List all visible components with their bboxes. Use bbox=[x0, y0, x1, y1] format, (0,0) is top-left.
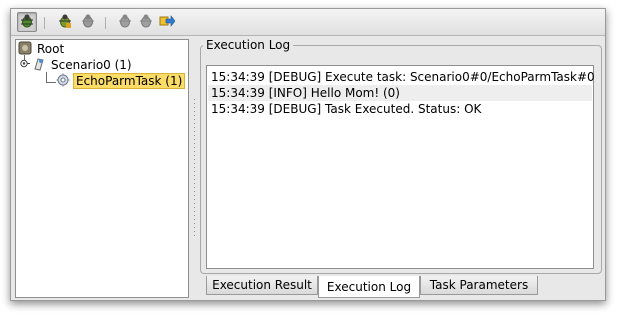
exit-arrow-icon bbox=[159, 13, 176, 32]
step-button[interactable] bbox=[136, 12, 156, 32]
debug-bug-icon bbox=[57, 13, 73, 32]
expand-toggle-icon[interactable] bbox=[19, 58, 30, 72]
step-bug-icon bbox=[138, 13, 154, 32]
pause-bug-icon bbox=[80, 13, 96, 32]
run-scenario-icon bbox=[19, 13, 35, 32]
tab-bar: Execution Result Execution Log Task Para… bbox=[198, 276, 604, 298]
scenario-tree[interactable]: Root Scenario0 (1) EchoParmTask (1) bbox=[15, 39, 189, 298]
log-line: 15:34:39 [DEBUG] Task Executed. Status: … bbox=[211, 102, 482, 116]
toolbar-separator bbox=[44, 17, 45, 29]
stop-bug-icon bbox=[117, 13, 133, 32]
tree-label-task: EchoParmTask (1) bbox=[73, 73, 186, 89]
split-divider[interactable] bbox=[192, 39, 197, 298]
tree-node-task[interactable]: EchoParmTask (1) bbox=[56, 73, 186, 90]
app-window: Root Scenario0 (1) EchoParmTask (1) Exec… bbox=[10, 8, 606, 301]
group-title: Execution Log bbox=[203, 37, 294, 53]
scenario-icon bbox=[32, 57, 46, 74]
root-folder-icon bbox=[18, 41, 32, 58]
toolbar bbox=[11, 9, 605, 36]
log-line: 15:34:39 [INFO] Hello Mom! (0) bbox=[208, 85, 592, 101]
tab-task-parameters[interactable]: Task Parameters bbox=[420, 276, 538, 295]
tab-execution-result[interactable]: Execution Result bbox=[206, 276, 318, 295]
log-text-area[interactable]: 15:34:39 [DEBUG] Execute task: Scenario0… bbox=[206, 65, 595, 269]
tab-execution-log[interactable]: Execution Log bbox=[318, 276, 420, 298]
detail-panel: Execution Log 15:34:39 [DEBUG] Execute t… bbox=[198, 37, 604, 299]
execution-log-group: Execution Log 15:34:39 [DEBUG] Execute t… bbox=[198, 37, 604, 274]
tree-connector bbox=[46, 72, 47, 82]
tree-label-root: Root bbox=[37, 42, 65, 56]
log-line: 15:34:39 [DEBUG] Execute task: Scenario0… bbox=[211, 70, 595, 84]
tree-connector bbox=[46, 82, 56, 83]
debug-button[interactable] bbox=[55, 12, 75, 32]
stop-button[interactable] bbox=[115, 12, 135, 32]
task-gear-icon bbox=[56, 73, 70, 90]
run-scenario-button[interactable] bbox=[17, 12, 37, 32]
pause-button[interactable] bbox=[78, 12, 98, 32]
tree-node-root[interactable]: Root bbox=[18, 41, 66, 57]
exit-button[interactable] bbox=[157, 12, 177, 32]
tree-label-scenario: Scenario0 (1) bbox=[51, 58, 132, 72]
tree-node-scenario[interactable]: Scenario0 (1) bbox=[19, 57, 134, 73]
toolbar-separator bbox=[105, 17, 106, 29]
